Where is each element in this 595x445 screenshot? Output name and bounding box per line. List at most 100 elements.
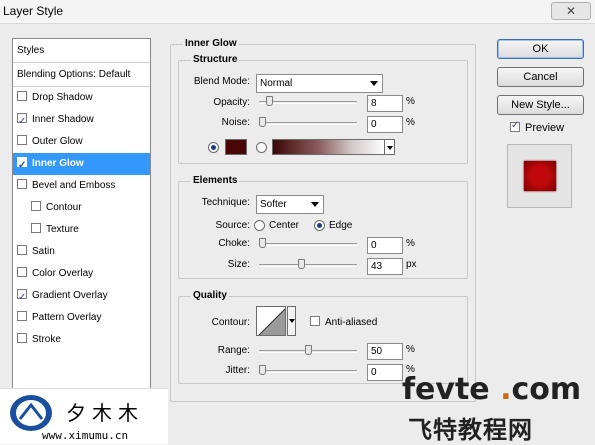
style-item-label: Stroke <box>32 334 61 345</box>
style-item-checkbox[interactable] <box>17 155 27 177</box>
technique-select[interactable]: Softer <box>256 195 324 214</box>
preview-swatch <box>524 161 556 191</box>
contour-dropdown-arrow-icon[interactable] <box>287 306 296 336</box>
glow-gradient-swatch[interactable] <box>272 139 386 155</box>
watermark-fevte-dot: . <box>500 372 512 407</box>
noise-slider[interactable] <box>259 117 357 127</box>
style-item-checkbox[interactable] <box>17 91 27 101</box>
gradient-picker-arrow-icon[interactable] <box>384 139 395 155</box>
style-item-checkbox[interactable] <box>17 311 27 321</box>
watermark-fevte-part-b: com <box>511 372 582 407</box>
range-input[interactable]: 50 <box>367 343 403 360</box>
style-item-checkbox[interactable] <box>17 135 27 145</box>
source-center-radio[interactable] <box>254 220 265 231</box>
contour-label: Contour: <box>211 317 250 328</box>
jitter-slider-thumb[interactable] <box>259 365 266 375</box>
opacity-unit: % <box>406 96 415 107</box>
style-item-checkbox[interactable] <box>17 287 27 309</box>
style-item-label: Contour <box>46 202 82 213</box>
style-item-checkbox[interactable] <box>17 111 27 133</box>
size-slider[interactable] <box>259 259 357 269</box>
style-item-checkbox[interactable] <box>17 267 27 277</box>
size-unit: px <box>406 259 417 270</box>
watermark-url: www.ximumu.cn <box>42 429 129 442</box>
preview-box[interactable] <box>510 120 520 132</box>
style-item-checkbox[interactable] <box>17 245 27 255</box>
choke-input[interactable]: 0 <box>367 237 403 254</box>
chevron-down-icon <box>370 81 378 86</box>
technique-label: Technique: <box>201 197 250 208</box>
blend-mode-label: Blend Mode: <box>193 76 250 87</box>
close-icon: ✕ <box>565 4 577 18</box>
structure-title: Structure <box>191 54 240 65</box>
ok-button[interactable]: OK <box>497 39 584 59</box>
window-title: Layer Style <box>3 4 64 18</box>
watermark-fevte-cn: 飞特教程网 <box>408 417 533 444</box>
new-style-button[interactable]: New Style... <box>497 95 584 115</box>
anti-aliased-box[interactable] <box>310 316 320 326</box>
color-radio[interactable] <box>208 142 219 153</box>
choke-unit: % <box>406 238 415 249</box>
gradient-radio[interactable] <box>256 142 267 153</box>
contour-picker[interactable] <box>256 306 286 336</box>
anti-aliased-checkbox[interactable]: Anti-aliased <box>310 316 377 328</box>
style-item-checkbox[interactable] <box>17 333 27 343</box>
range-slider[interactable] <box>259 345 357 355</box>
style-item[interactable]: Pattern Overlay <box>13 307 150 329</box>
elements-title: Elements <box>191 175 240 186</box>
size-label: Size: <box>227 259 250 270</box>
noise-slider-thumb[interactable] <box>259 117 266 127</box>
source-edge-radio[interactable] <box>314 220 325 231</box>
range-unit: % <box>406 344 415 355</box>
style-item-label: Satin <box>32 246 55 257</box>
style-item[interactable]: Stroke <box>13 329 150 351</box>
title-bar: Layer Style ✕ <box>0 0 595 24</box>
opacity-slider-thumb[interactable] <box>266 96 273 106</box>
style-item-checkbox[interactable] <box>17 179 27 189</box>
style-item-label: Texture <box>46 224 79 235</box>
glow-color-swatch[interactable] <box>225 139 247 155</box>
style-item[interactable]: Drop Shadow <box>13 87 150 109</box>
style-item-label: Color Overlay <box>32 268 94 279</box>
preview-thumbnail <box>507 144 572 208</box>
ximumu-logo-icon <box>10 395 52 431</box>
style-item[interactable]: Color Overlay <box>13 263 150 285</box>
style-item[interactable]: Satin <box>13 241 150 263</box>
size-slider-thumb[interactable] <box>298 259 305 269</box>
style-item-label: Inner Shadow <box>32 114 94 125</box>
jitter-slider[interactable] <box>259 365 357 375</box>
cancel-button[interactable]: Cancel <box>497 67 584 87</box>
style-item[interactable]: Inner Shadow <box>13 109 150 133</box>
style-item-label: Drop Shadow <box>32 92 93 103</box>
range-label: Range: <box>217 345 250 356</box>
style-item[interactable]: Inner Glow <box>13 153 150 177</box>
style-item-checkbox[interactable] <box>31 223 41 233</box>
style-item-label: Bevel and Emboss <box>32 180 116 191</box>
technique-value: Softer <box>260 199 287 210</box>
opacity-slider[interactable] <box>259 96 357 106</box>
preview-label: Preview <box>525 122 565 134</box>
choke-label: Choke: <box>218 238 250 249</box>
style-item-label: Outer Glow <box>32 136 83 147</box>
style-item[interactable]: Texture <box>13 219 150 241</box>
style-item[interactable]: Bevel and Emboss <box>13 175 150 197</box>
styles-list: Styles Blending Options: Default Drop Sh… <box>12 38 151 434</box>
blend-mode-select[interactable]: Normal <box>256 74 383 93</box>
style-item-checkbox[interactable] <box>31 201 41 211</box>
styles-header[interactable]: Styles <box>13 39 150 63</box>
preview-checkbox[interactable]: Preview <box>510 120 565 134</box>
style-item[interactable]: Contour <box>13 197 150 219</box>
opacity-input[interactable]: 8 <box>367 95 403 112</box>
size-input[interactable]: 43 <box>367 258 403 275</box>
style-item[interactable]: Gradient Overlay <box>13 285 150 309</box>
watermark-ximumu: 夕木木 www.ximumu.cn <box>0 388 168 444</box>
noise-input[interactable]: 0 <box>367 116 403 133</box>
jitter-input[interactable]: 0 <box>367 364 403 381</box>
choke-slider-thumb[interactable] <box>259 238 266 248</box>
close-button[interactable]: ✕ <box>551 2 591 20</box>
source-label: Source: <box>215 220 250 231</box>
blending-options-item[interactable]: Blending Options: Default <box>13 63 150 87</box>
style-item[interactable]: Outer Glow <box>13 131 150 153</box>
range-slider-thumb[interactable] <box>305 345 312 355</box>
choke-slider[interactable] <box>259 238 357 248</box>
